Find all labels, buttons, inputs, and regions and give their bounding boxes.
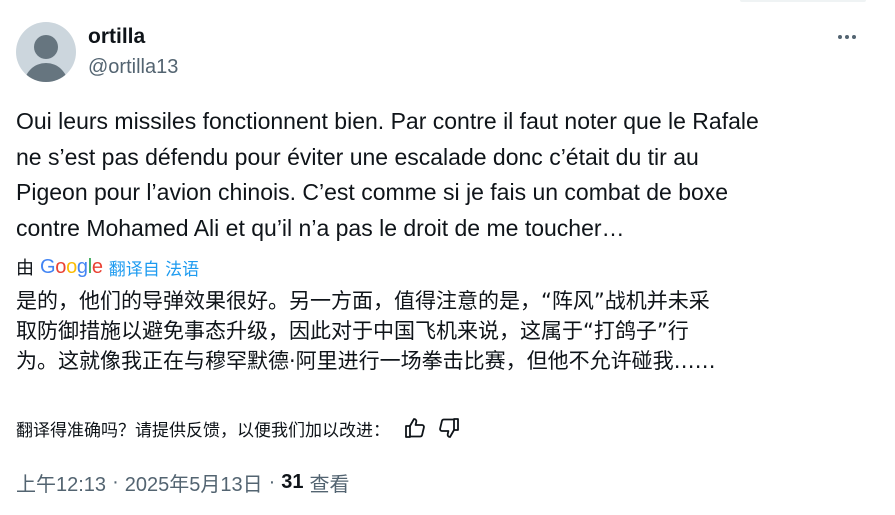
dot: [845, 35, 849, 39]
translated-from-link[interactable]: 翻译自 法语: [109, 255, 199, 280]
thumbs-up-icon[interactable]: [400, 413, 430, 443]
translated-text: 是的，他们的导弹效果很好。另一方面，值得注意的是，“阵风”战机并未采 取防御措施…: [16, 289, 716, 373]
google-logo: Google: [40, 255, 103, 278]
avatar[interactable]: [16, 22, 76, 82]
views-label: 查看: [309, 473, 350, 496]
display-name[interactable]: ortilla: [88, 24, 178, 50]
feedback-question: 翻译得准确吗？请提供反馈，以便我们加以改进：: [16, 420, 390, 441]
tweet-header: ortilla @ortilla13: [16, 20, 880, 84]
tweet-time[interactable]: 上午12:13: [16, 468, 106, 497]
dot: [838, 35, 842, 39]
user-handle[interactable]: @ortilla13: [88, 53, 178, 81]
translation-feedback: 翻译得准确吗？请提供反馈，以便我们加以改进：: [16, 412, 464, 444]
meta-separator: ·: [112, 470, 119, 493]
translated-by-prefix: 由: [16, 258, 34, 279]
avatar-head-shape: [34, 35, 58, 59]
meta-separator: ·: [268, 470, 276, 493]
author-names: ortilla @ortilla13: [88, 24, 178, 81]
more-options-icon[interactable]: [830, 26, 864, 48]
dot: [852, 35, 856, 39]
top-divider: [740, 0, 866, 2]
tweet-text: Oui leurs missiles fonctionnent bien. Pa…: [16, 108, 759, 241]
avatar-body-shape: [24, 63, 68, 82]
translated-by-row: 由 Google 翻译自 法语: [16, 252, 199, 282]
views-count: 31: [281, 470, 304, 493]
tweet-meta: 上午12:13 · 2025年5月13日 · 31 查看: [16, 466, 350, 498]
tweet-date[interactable]: 2025年5月13日: [125, 468, 263, 497]
thumbs-down-icon[interactable]: [434, 413, 464, 443]
